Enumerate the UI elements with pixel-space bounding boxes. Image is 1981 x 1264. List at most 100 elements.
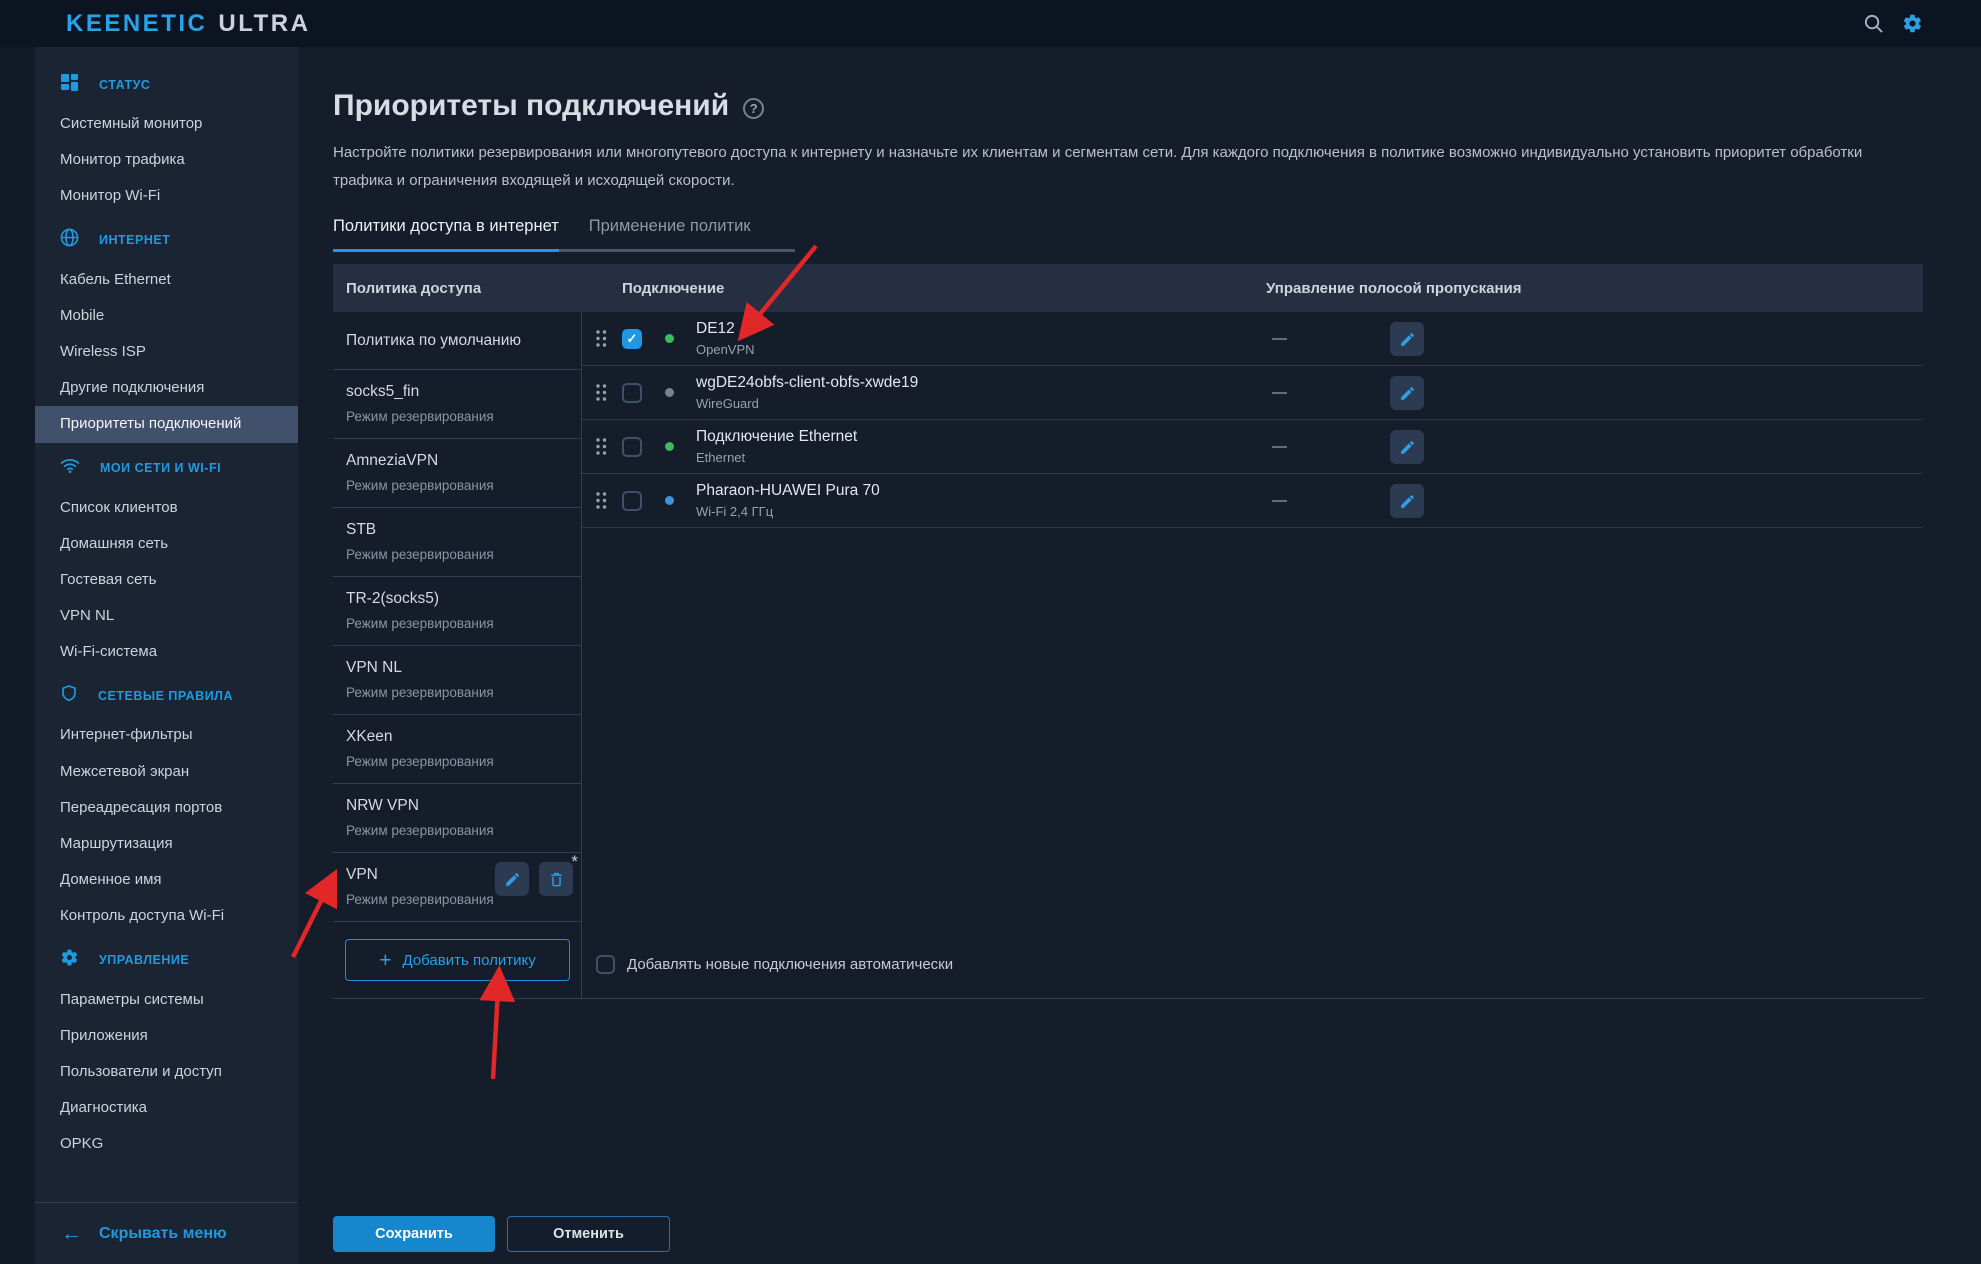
bandwidth-value: — [1272,330,1287,347]
sidebar-item-wifi-access-control[interactable]: Контроль доступа Wi-Fi [35,898,298,934]
edit-bandwidth-button[interactable] [1390,430,1424,464]
policy-name: socks5_fin [346,383,581,401]
sidebar-item-other-connections[interactable]: Другие подключения [35,370,298,406]
status-dot [665,442,674,451]
sidebar-item-wifi-monitor[interactable]: Монитор Wi-Fi [35,178,298,214]
tab-access-policies[interactable]: Политики доступа в интернет [333,217,559,252]
policy-name: Политика по умолчанию [346,332,581,350]
page-title: Приоритеты подключений [333,89,729,123]
search-icon[interactable] [1862,13,1884,35]
drag-handle-icon[interactable] [595,329,607,348]
edit-bandwidth-button[interactable] [1390,376,1424,410]
column-header-connection: Подключение [622,280,724,297]
policy-mode-label: Режим резервирования [346,754,581,769]
sidebar-item-home-network[interactable]: Домашняя сеть [35,526,298,562]
sidebar-item-port-forwarding[interactable]: Переадресация портов [35,790,298,826]
policy-mode-label: Режим резервирования [346,478,581,493]
sidebar-item-connection-priorities[interactable]: Приоритеты подключений [35,406,298,442]
sidebar: СТАТУС Системный монитор Монитор трафика… [35,47,298,1264]
sidebar-section-label: ИНТЕРНЕТ [99,233,170,247]
help-icon[interactable]: ? [743,98,764,119]
status-dot [665,496,674,505]
edit-bandwidth-button[interactable] [1390,322,1424,356]
globe-icon [60,228,79,252]
pencil-icon [1399,331,1416,348]
sidebar-item-ethernet-cable[interactable]: Кабель Ethernet [35,262,298,298]
connection-checkbox[interactable] [622,437,642,457]
policy-mode-label: Режим резервирования [346,823,581,838]
policy-row-amneziavpn[interactable]: AmneziaVPN Режим резервирования [333,439,581,508]
auto-add-checkbox[interactable] [596,955,615,974]
connection-name: Pharaon-HUAWEI Pura 70 [696,482,880,500]
sidebar-item-system-monitor[interactable]: Системный монитор [35,106,298,142]
settings-gear-icon[interactable] [1901,13,1923,35]
connection-checkbox[interactable] [622,491,642,511]
bandwidth-value: — [1272,492,1287,509]
tab-policy-application[interactable]: Применение политик [589,217,751,249]
sidebar-item-client-list[interactable]: Список клиентов [35,490,298,526]
sidebar-section-label: УПРАВЛЕНИЕ [99,953,189,967]
sidebar-item-applications[interactable]: Приложения [35,1018,298,1054]
drag-handle-icon[interactable] [595,491,607,510]
save-button[interactable]: Сохранить [333,1216,495,1252]
sidebar-section-status: СТАТУС [35,63,298,106]
edit-bandwidth-button[interactable] [1390,484,1424,518]
connection-type: OpenVPN [696,342,755,357]
sidebar-section-internet: ИНТЕРНЕТ [35,219,298,262]
sidebar-item-guest-network[interactable]: Гостевая сеть [35,562,298,598]
connection-type: WireGuard [696,396,918,411]
sidebar-item-wireless-isp[interactable]: Wireless ISP [35,334,298,370]
pencil-icon [1399,439,1416,456]
policy-row-nrw-vpn[interactable]: NRW VPN Режим резервирования [333,784,581,853]
connection-name: wgDE24obfs-client-obfs-xwde19 [696,374,918,392]
policy-table: Политика доступа Подключение Управление … [333,264,1923,999]
sidebar-item-diagnostics[interactable]: Диагностика [35,1090,298,1126]
policy-row-xkeen[interactable]: XKeen Режим резервирования [333,715,581,784]
status-dot [665,334,674,343]
sidebar-section-label: СЕТЕВЫЕ ПРАВИЛА [98,689,233,703]
connection-checkbox[interactable] [622,383,642,403]
wifi-icon [60,457,80,479]
sidebar-item-users-access[interactable]: Пользователи и доступ [35,1054,298,1090]
sidebar-item-domain-name[interactable]: Доменное имя [35,862,298,898]
sidebar-item-wifi-system[interactable]: Wi-Fi-система [35,634,298,670]
table-header-row: Политика доступа Подключение Управление … [333,264,1923,312]
sidebar-item-routing[interactable]: Маршрутизация [35,826,298,862]
policy-row-default[interactable]: Политика по умолчанию [333,312,581,370]
policy-mode-label: Режим резервирования [346,547,581,562]
hide-menu-button[interactable]: ← Скрывать меню [35,1202,298,1264]
drag-handle-icon[interactable] [595,383,607,402]
connection-checkbox[interactable] [622,329,642,349]
sidebar-item-mobile[interactable]: Mobile [35,298,298,334]
policy-name: AmneziaVPN [346,452,581,470]
shield-icon [60,684,78,708]
drag-handle-icon[interactable] [595,437,607,456]
brand-logo: KEENETIC ULTRA [66,10,310,38]
policy-row-tr2-socks5[interactable]: TR-2(socks5) Режим резервирования [333,577,581,646]
add-policy-button[interactable]: + Добавить политику [345,939,570,981]
column-header-policy: Политика доступа [346,280,481,297]
sidebar-item-internet-filters[interactable]: Интернет-фильтры [35,717,298,753]
connection-type: Wi-Fi 2,4 ГГц [696,504,880,519]
sidebar-item-vpn-nl[interactable]: VPN NL [35,598,298,634]
policy-list: Политика по умолчанию socks5_fin Режим р… [333,312,582,998]
policy-row-vpn[interactable]: VPN Режим резервирования * [333,853,581,922]
edit-policy-button[interactable] [495,862,529,896]
page-description: Настройте политики резервирования или мн… [333,139,1923,195]
policy-row-stb[interactable]: STB Режим резервирования [333,508,581,577]
policy-name: STB [346,521,581,539]
connection-row-pharaon: Pharaon-HUAWEI Pura 70 Wi-Fi 2,4 ГГц — [582,474,1923,528]
sidebar-item-firewall[interactable]: Межсетевой экран [35,754,298,790]
sidebar-section-management: УПРАВЛЕНИЕ [35,939,298,982]
left-arrow-icon: ← [61,1223,82,1244]
app-header: KEENETIC ULTRA [0,0,1981,47]
policy-row-socks5-fin[interactable]: socks5_fin Режим резервирования [333,370,581,439]
sidebar-item-traffic-monitor[interactable]: Монитор трафика [35,142,298,178]
cancel-button[interactable]: Отменить [507,1216,670,1252]
delete-policy-button[interactable]: * [539,862,573,896]
sidebar-item-opkg[interactable]: OPKG [35,1126,298,1162]
pencil-icon [1399,385,1416,402]
policy-row-vpn-nl[interactable]: VPN NL Режим резервирования [333,646,581,715]
sidebar-item-system-settings[interactable]: Параметры системы [35,982,298,1018]
status-dot [665,388,674,397]
